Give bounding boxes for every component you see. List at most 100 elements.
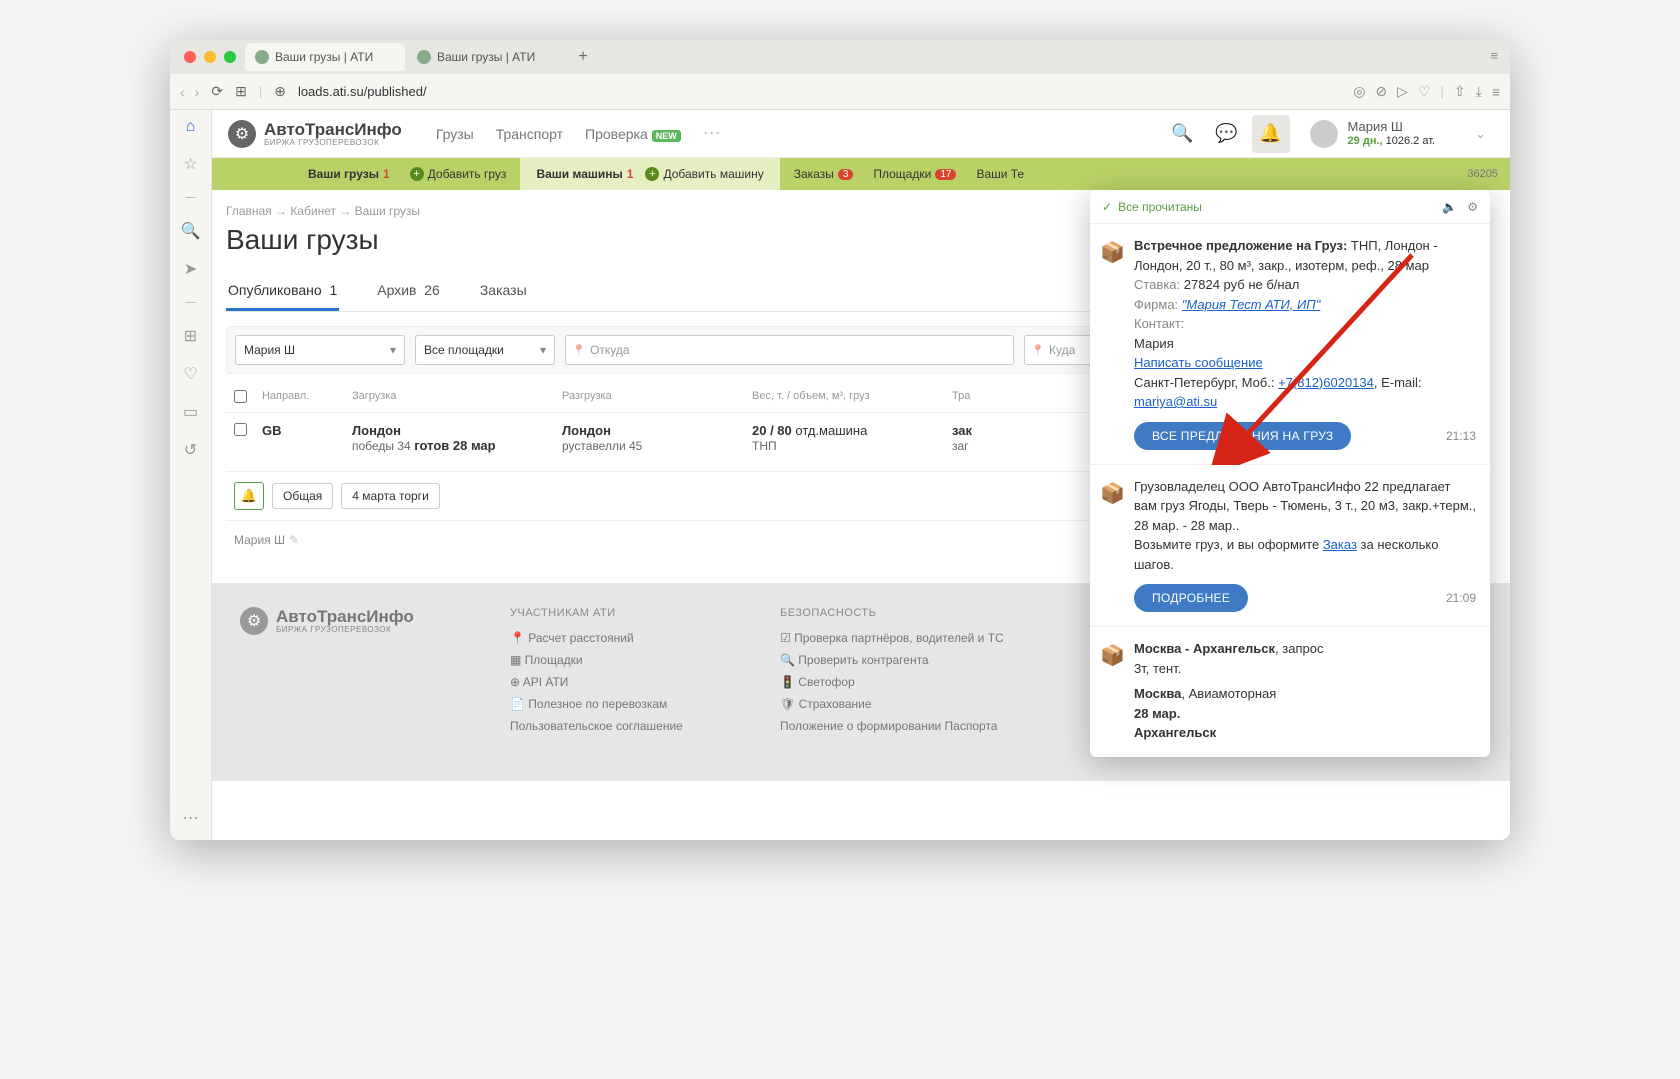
logo[interactable]: ⚙ АвтоТрансИнфо БИРЖА ГРУЗОПЕРЕВОЗОК	[228, 120, 402, 148]
filter-user-select[interactable]: Мария Ш	[235, 335, 405, 365]
filter-platform-select[interactable]: Все площадки	[415, 335, 555, 365]
history-icon[interactable]: ↺	[184, 440, 197, 460]
load-city: Лондон	[352, 423, 562, 438]
apps-grid-icon[interactable]: ⊞	[235, 83, 247, 100]
user-days: 29 дн.,	[1348, 135, 1383, 147]
avatar	[1310, 120, 1338, 148]
subnav-platforms[interactable]: Площадки 17	[867, 167, 962, 181]
menu-icon[interactable]: ≡	[1492, 84, 1500, 100]
firm-link[interactable]: "Мария Тест АТИ, ИП"	[1182, 297, 1321, 312]
note-icon[interactable]: ▭	[183, 402, 198, 422]
browser-tab-1[interactable]: Ваши грузы | АТИ	[245, 43, 405, 71]
notification-item[interactable]: 📦 Москва - Архангельск, запрос 3т, тент.…	[1090, 627, 1490, 757]
new-badge: NEW	[652, 130, 681, 142]
site-info-icon[interactable]: ⊕	[274, 83, 286, 100]
subnav-your-trucks[interactable]: Ваши машины 1	[530, 167, 639, 181]
weight-rest: отд.машина	[795, 423, 867, 438]
edit-icon[interactable]: ✎	[289, 533, 299, 547]
footer-link[interactable]: 🚦 Светофор	[780, 675, 1004, 689]
subnav-orders[interactable]: Заказы 3	[788, 167, 860, 181]
close-window-icon[interactable]	[184, 51, 196, 63]
phone-link[interactable]: +7(812)6020134	[1278, 375, 1374, 390]
plus-icon: +	[410, 167, 424, 181]
footer-link[interactable]: 🛡 Страхование	[780, 697, 1004, 711]
send-icon[interactable]: ➤	[184, 259, 197, 279]
footer-link[interactable]: 📄 Полезное по перевозкам	[510, 697, 720, 711]
footer-link[interactable]: Положение о формировании Паспорта	[780, 719, 1004, 733]
browser-tab-2[interactable]: Ваши грузы | АТИ	[407, 43, 567, 71]
details-button[interactable]: ПОДРОБНЕЕ	[1134, 584, 1248, 612]
notification-item[interactable]: 📦 Встречное предложение на Груз: ТНП, Ло…	[1090, 224, 1490, 465]
tag-auction[interactable]: 4 марта торги	[341, 483, 440, 509]
play-icon[interactable]: ▷	[1397, 83, 1408, 100]
footer-link[interactable]: 🔍 Проверить контрагента	[780, 653, 1004, 667]
subnav-add-load[interactable]: +Добавить груз	[404, 167, 513, 181]
heart-icon[interactable]: ♡	[1418, 83, 1431, 100]
back-icon[interactable]: ‹	[180, 84, 185, 100]
tab-published[interactable]: Опубликовано 1	[226, 274, 339, 311]
camera-icon[interactable]: ◎	[1353, 83, 1365, 100]
subnav-code: 36205	[1467, 168, 1498, 180]
unload-city: Лондон	[562, 423, 752, 438]
email-link[interactable]: mariya@ati.su	[1134, 394, 1217, 409]
contact-name: Мария	[1134, 334, 1476, 354]
package-icon: 📦	[1100, 641, 1125, 671]
home-icon[interactable]: ⌂	[186, 118, 196, 136]
chat-icon[interactable]: 💬	[1208, 115, 1246, 153]
user-balance: 1026.2 ат.	[1386, 135, 1435, 147]
footer-link[interactable]: ☑ Проверка партнёров, водителей и ТС	[780, 631, 1004, 645]
badge: 3	[838, 169, 854, 180]
filter-from-input[interactable]: Откуда	[565, 335, 1014, 365]
tag-common[interactable]: Общая	[272, 483, 333, 509]
footer-logo[interactable]: ⚙ АвтоТрансИнфо БИРЖА ГРУЗОПЕРЕВОЗОК	[240, 607, 450, 635]
footer-link[interactable]: ▦ Площадки	[510, 653, 720, 667]
maximize-window-icon[interactable]	[224, 51, 236, 63]
tab-archive[interactable]: Архив 26	[375, 274, 442, 311]
heart-icon[interactable]: ♡	[183, 364, 197, 384]
search-icon[interactable]: 🔍	[181, 221, 201, 241]
more-icon[interactable]: ⋯	[183, 808, 199, 828]
new-tab-button[interactable]: +	[569, 43, 597, 71]
nav-loads[interactable]: Грузы	[436, 126, 474, 142]
tabs-menu-icon[interactable]: ≡	[1490, 48, 1498, 63]
download-icon[interactable]: ⤓	[1476, 83, 1482, 100]
row-checkbox[interactable]	[234, 423, 247, 436]
grid-icon[interactable]: ⊞	[184, 326, 197, 346]
footer-link[interactable]: Пользовательское соглашение	[510, 719, 720, 733]
gear-icon[interactable]: ⚙	[1467, 200, 1478, 214]
user-menu[interactable]: Мария Ш 29 дн., 1026.2 ат. ⌄	[1302, 115, 1494, 152]
forward-icon[interactable]: ›	[195, 84, 200, 100]
sound-icon[interactable]: 🔈	[1442, 200, 1457, 214]
col-direction: Направл.	[262, 390, 352, 406]
write-message-link[interactable]: Написать сообщение	[1134, 355, 1263, 370]
nav-check[interactable]: ПроверкаNEW	[585, 126, 681, 142]
footer-link[interactable]: 📍 Расчет расстояний	[510, 631, 720, 645]
divider: —	[186, 192, 196, 203]
reload-icon[interactable]: ⟳	[211, 83, 223, 100]
nav-transport[interactable]: Транспорт	[496, 126, 563, 142]
minimize-window-icon[interactable]	[204, 51, 216, 63]
logo-icon: ⚙	[240, 607, 268, 635]
subnav-your-loads[interactable]: Ваши грузы 1	[302, 167, 396, 181]
search-icon[interactable]: 🔍	[1164, 115, 1202, 153]
footer-heading: УЧАСТНИКАМ АТИ	[510, 607, 720, 619]
bell-toggle-button[interactable]: 🔔	[234, 482, 264, 510]
block-icon[interactable]: ⊘	[1375, 83, 1387, 100]
notification-item[interactable]: 📦 Грузовладелец ООО АвтоТрансИнфо 22 пре…	[1090, 465, 1490, 628]
row-direction: GB	[262, 423, 352, 438]
all-read-label: Все прочитаны	[1118, 200, 1202, 214]
trans-line2: заг	[952, 439, 969, 453]
address-bar[interactable]: loads.ati.su/published/	[298, 84, 1341, 99]
all-offers-button[interactable]: ВСЕ ПРЕДЛОЖЕНИЯ НА ГРУЗ	[1134, 422, 1351, 450]
share-icon[interactable]: ⇧	[1454, 83, 1466, 100]
order-link[interactable]: Заказ	[1323, 537, 1357, 552]
footer-link[interactable]: ⊕ API АТИ	[510, 675, 720, 689]
nav-more-icon[interactable]: ⋯	[703, 123, 721, 144]
subnav-add-truck[interactable]: +Добавить машину	[639, 167, 769, 181]
meta-user: Мария Ш	[234, 533, 285, 547]
notifications-icon[interactable]: 🔔	[1252, 115, 1290, 153]
select-all-checkbox[interactable]	[234, 390, 247, 403]
subnav-your-tenders[interactable]: Ваши Те	[970, 167, 1030, 181]
star-icon[interactable]: ☆	[183, 154, 197, 174]
tab-orders[interactable]: Заказы	[478, 274, 529, 311]
